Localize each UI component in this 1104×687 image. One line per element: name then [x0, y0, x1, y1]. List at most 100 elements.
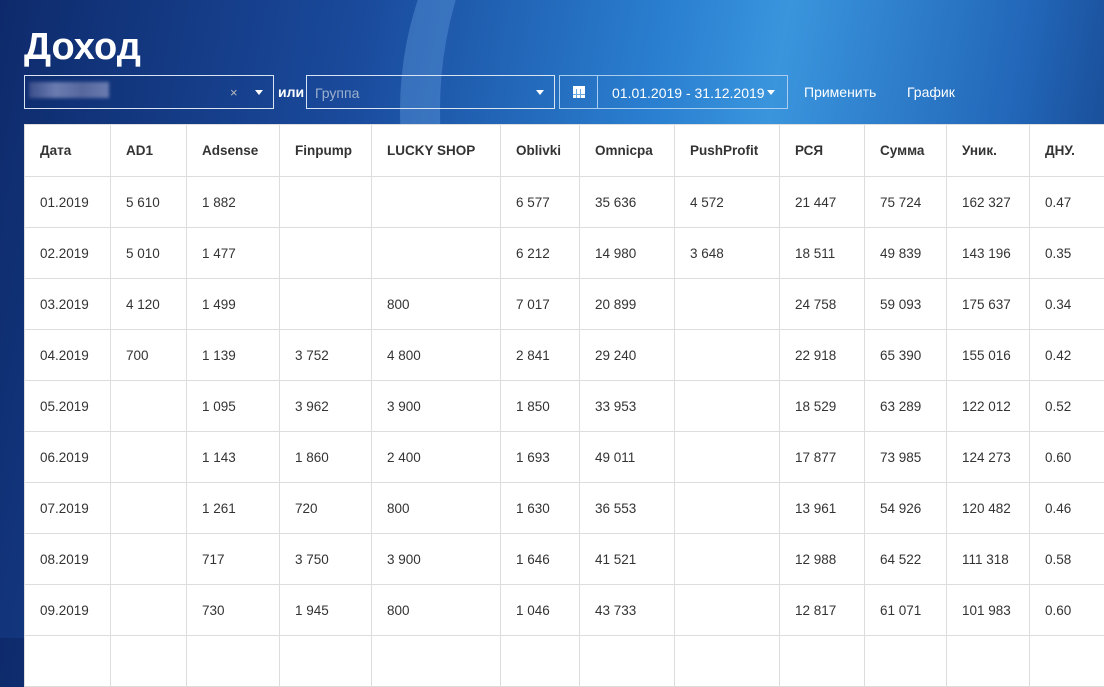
column-header[interactable]: AD1 [111, 125, 187, 177]
table-cell [111, 585, 187, 636]
table-cell: 0.46 [1030, 483, 1104, 534]
chart-button[interactable]: График [907, 84, 955, 100]
table-cell: 122 012 [947, 381, 1030, 432]
table-cell: 12 988 [780, 534, 865, 585]
table-cell: 06.2019 [25, 432, 111, 483]
table-cell: 1 143 [187, 432, 280, 483]
table-cell [675, 636, 780, 687]
column-header[interactable]: Finpump [280, 125, 372, 177]
column-header[interactable]: РСЯ [780, 125, 865, 177]
table-cell: 0.58 [1030, 534, 1104, 585]
table-cell [280, 636, 372, 687]
group-select[interactable]: Группа [306, 75, 555, 109]
table-cell: 2 841 [501, 330, 580, 381]
table-cell [501, 636, 580, 687]
column-header[interactable]: Уник. [947, 125, 1030, 177]
apply-button[interactable]: Применить [804, 84, 876, 100]
table-cell [675, 432, 780, 483]
column-header[interactable]: Adsense [187, 125, 280, 177]
table-cell [280, 279, 372, 330]
table-cell: 0.60 [1030, 432, 1104, 483]
table-cell: 700 [111, 330, 187, 381]
site-select[interactable]: × [24, 75, 274, 109]
table-cell [675, 279, 780, 330]
table-cell: 54 926 [865, 483, 947, 534]
table-cell: 13 961 [780, 483, 865, 534]
table-cell: 17 877 [780, 432, 865, 483]
table-cell [675, 534, 780, 585]
table-cell: 04.2019 [25, 330, 111, 381]
table-cell [675, 381, 780, 432]
table-row: 01.20195 6101 8826 57735 6364 57221 4477… [25, 177, 1104, 228]
table-cell: 5 610 [111, 177, 187, 228]
table-cell: 05.2019 [25, 381, 111, 432]
table-cell: 08.2019 [25, 534, 111, 585]
calendar-button[interactable] [559, 75, 598, 109]
table-cell: 3 962 [280, 381, 372, 432]
table-row: 02.20195 0101 4776 21214 9803 64818 5114… [25, 228, 1104, 279]
table-cell [280, 228, 372, 279]
column-header[interactable]: Omnicpa [580, 125, 675, 177]
table-row: 06.20191 1431 8602 4001 69349 01117 8777… [25, 432, 1104, 483]
table-cell: 3 648 [675, 228, 780, 279]
table-cell: 162 327 [947, 177, 1030, 228]
column-header[interactable]: ДНУ. [1030, 125, 1104, 177]
table-cell: 35 636 [580, 177, 675, 228]
blurred-selection [29, 82, 109, 98]
table-cell: 101 983 [947, 585, 1030, 636]
table-cell: 717 [187, 534, 280, 585]
column-header[interactable]: Сумма [865, 125, 947, 177]
group-placeholder: Группа [315, 85, 359, 101]
table-row: 03.20194 1201 4998007 01720 89924 75859 … [25, 279, 1104, 330]
income-table: ДатаAD1AdsenseFinpumpLUCKY SHOPOblivkiOm… [24, 124, 1104, 687]
table-cell: 1 630 [501, 483, 580, 534]
table-cell: 43 733 [580, 585, 675, 636]
table-cell: 41 521 [580, 534, 675, 585]
table-cell [372, 177, 501, 228]
date-range-value: 01.01.2019 - 31.12.2019 [612, 85, 765, 101]
table-cell [187, 636, 280, 687]
table-cell: 33 953 [580, 381, 675, 432]
table-cell: 800 [372, 585, 501, 636]
table-cell: 3 750 [280, 534, 372, 585]
table-cell [111, 381, 187, 432]
clear-icon[interactable]: × [230, 85, 238, 100]
table-cell: 1 477 [187, 228, 280, 279]
table-cell: 1 945 [280, 585, 372, 636]
table-cell [372, 636, 501, 687]
column-header[interactable]: PushProfit [675, 125, 780, 177]
table-cell: 1 261 [187, 483, 280, 534]
table-cell: 64 522 [865, 534, 947, 585]
table-cell: 800 [372, 483, 501, 534]
table-header-row: ДатаAD1AdsenseFinpumpLUCKY SHOPOblivkiOm… [25, 125, 1104, 177]
table-cell [111, 432, 187, 483]
table-row: 05.20191 0953 9623 9001 85033 95318 5296… [25, 381, 1104, 432]
chevron-down-icon [536, 90, 544, 95]
table-cell: 4 572 [675, 177, 780, 228]
table-cell: 29 240 [580, 330, 675, 381]
table-cell: 36 553 [580, 483, 675, 534]
table-cell [280, 177, 372, 228]
date-range-picker[interactable]: 01.01.2019 - 31.12.2019 [597, 75, 788, 109]
table-row [25, 636, 1104, 687]
table-cell: 6 577 [501, 177, 580, 228]
table-cell: 6 212 [501, 228, 580, 279]
table-cell: 0.47 [1030, 177, 1104, 228]
column-header[interactable]: LUCKY SHOP [372, 125, 501, 177]
table-cell: 1 850 [501, 381, 580, 432]
table-cell: 14 980 [580, 228, 675, 279]
table-cell: 800 [372, 279, 501, 330]
column-header[interactable]: Oblivki [501, 125, 580, 177]
table-cell: 03.2019 [25, 279, 111, 330]
table-cell [580, 636, 675, 687]
column-header[interactable]: Дата [25, 125, 111, 177]
table-cell: 63 289 [865, 381, 947, 432]
table-cell: 01.2019 [25, 177, 111, 228]
table-cell: 1 139 [187, 330, 280, 381]
table-cell: 61 071 [865, 585, 947, 636]
table-cell: 1 646 [501, 534, 580, 585]
page-title: Доход [24, 26, 141, 69]
table-cell: 73 985 [865, 432, 947, 483]
table-cell: 4 120 [111, 279, 187, 330]
table-cell [1030, 636, 1104, 687]
